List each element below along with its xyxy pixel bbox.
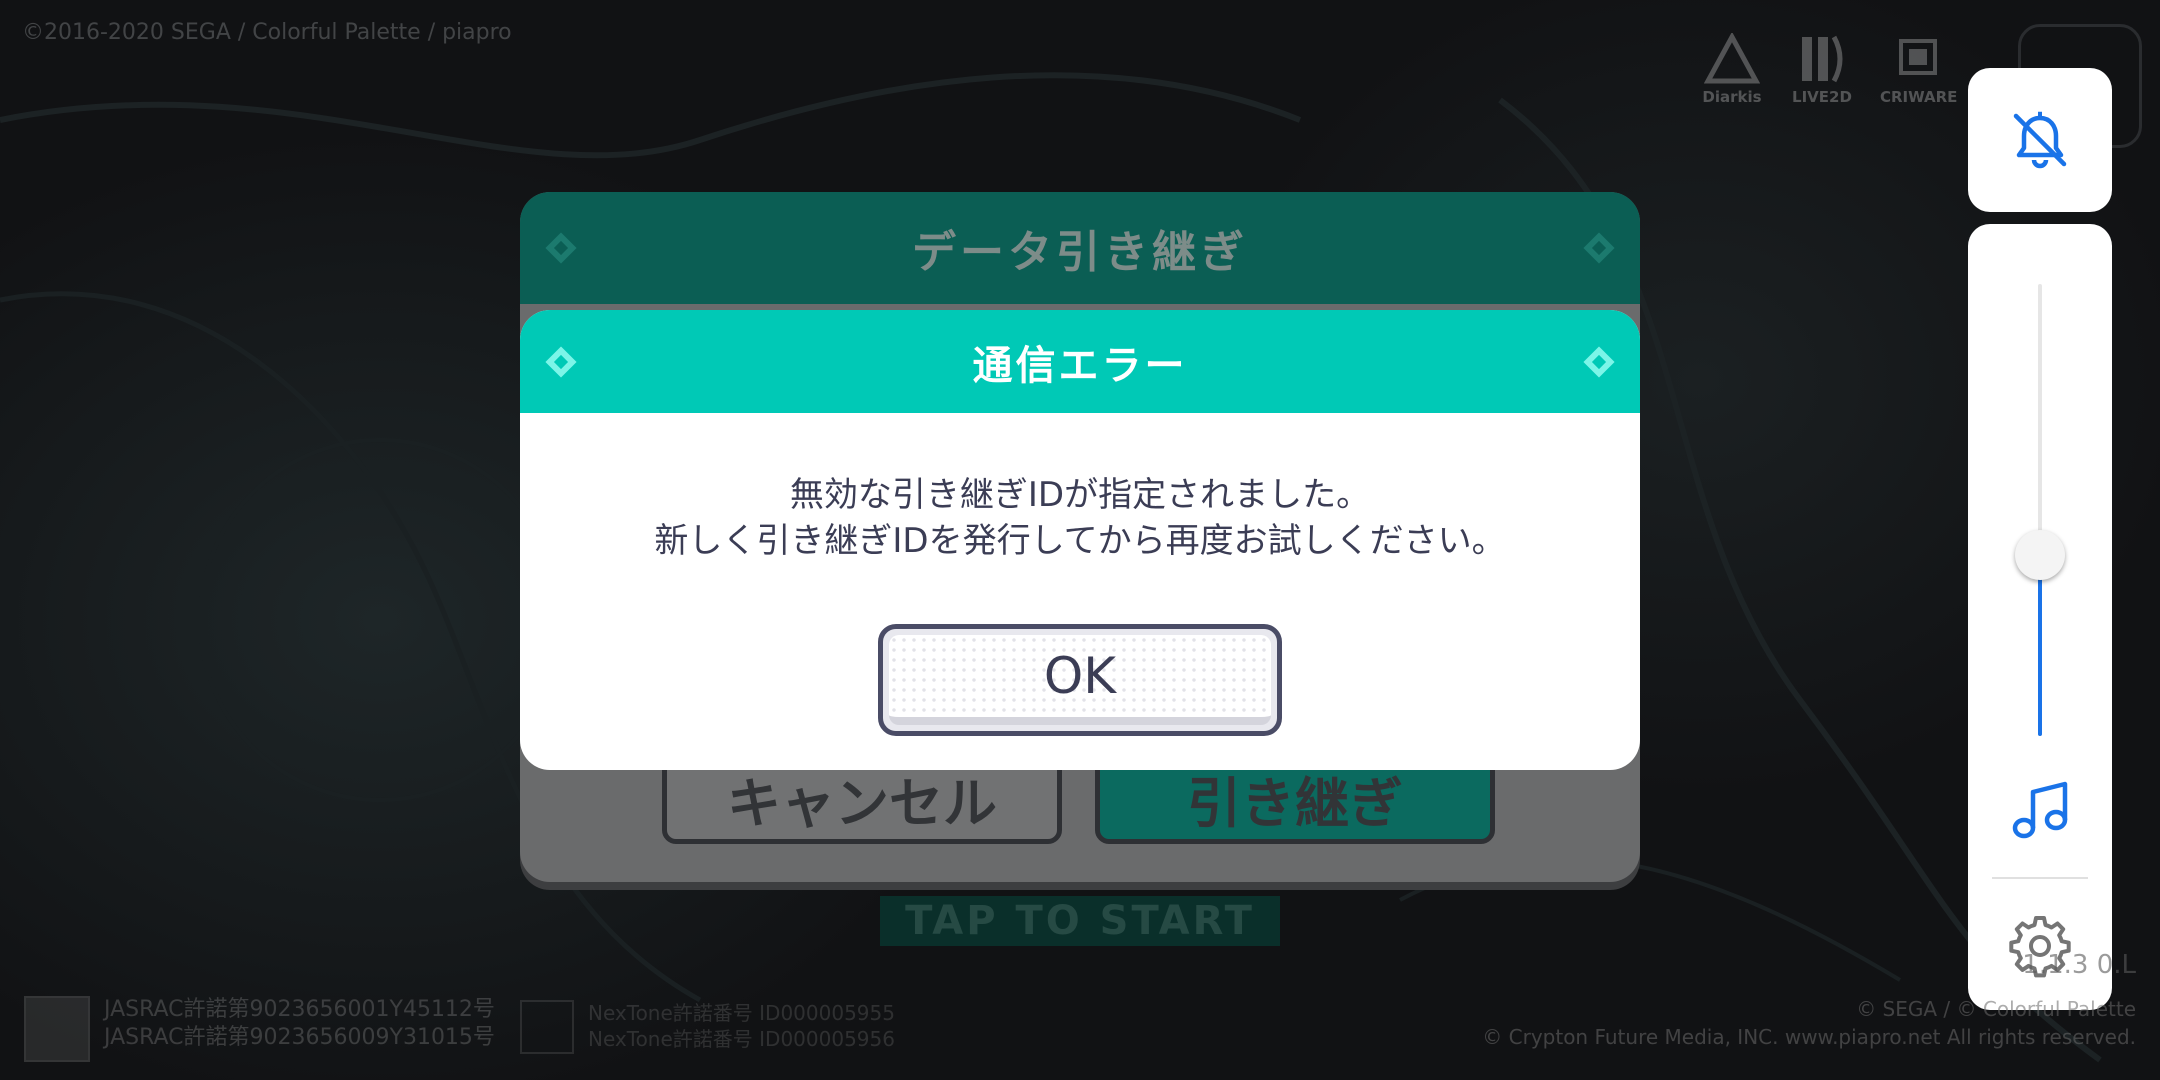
copyright-line-2: © Crypton Future Media, INC. www.piapro.… [1482,1025,2136,1049]
nextone-license: NexTone許諾番号 ID000005955 NexTone許諾番号 ID00… [520,1000,895,1054]
top-left-caption: ©2016-2020 SEGA / Colorful Palette / pia… [22,20,512,45]
error-dialog: 通信エラー 無効な引き継ぎIDが指定されました。 新しく引き継ぎIDを発行してか… [520,310,1640,770]
ok-button[interactable]: OK [878,624,1282,736]
nextone-line-2: NexTone許諾番号 ID000005956 [588,1027,895,1051]
copyright-line-1: © SEGA / © Colorful Palette [1856,997,2136,1021]
nextone-line-1: NexTone許諾番号 ID000005955 [588,1001,895,1025]
diamond-icon [1583,345,1615,378]
tap-to-start-label: TAP TO START [880,896,1280,946]
volume-slider-fill [2038,555,2042,736]
error-dialog-title: 通信エラー [972,342,1188,389]
volume-panel [1968,224,2112,1010]
error-message-line1: 無効な引き継ぎIDが指定されました。 [789,475,1371,515]
diamond-icon [545,345,577,378]
jasrac-line-2: JASRAC許諾第9023656009Y31015号 [104,1025,495,1050]
error-message-line2: 新しく引き継ぎIDを発行してから再度お試しください。 [654,521,1506,561]
diamond-icon [1583,232,1615,264]
jasrac-line-1: JASRAC許諾第9023656001Y45112号 [104,997,495,1022]
panel-divider [1992,877,2088,879]
ok-button-label: OK [889,635,1271,725]
diarkis-logo: Diarkis [1700,30,1764,106]
copyright: © SEGA / © Colorful Palette © Crypton Fu… [1482,995,2136,1051]
volume-slider-thumb[interactable] [2015,530,2065,581]
criware-logo: CRIWARE [1880,30,1957,106]
partner-logos: Diarkis LIVE2D CRIWARE [1700,30,1957,106]
data-transfer-header: データ引き継ぎ [520,192,1640,304]
diamond-icon [545,232,577,264]
version-label: 1.1.3 0.L [2022,950,2136,980]
jasrac-logo [24,996,90,1062]
nextone-logo [520,1000,574,1054]
data-transfer-title: データ引き継ぎ [912,227,1248,278]
music-note-icon[interactable] [2008,778,2072,846]
error-dialog-header: 通信エラー [520,310,1640,413]
live2d-logo: LIVE2D [1790,30,1854,106]
bell-off-icon [2013,111,2067,169]
jasrac-license: JASRAC許諾第9023656001Y45112号 JASRAC許諾第9023… [24,996,495,1062]
error-message: 無効な引き継ぎIDが指定されました。 新しく引き継ぎIDを発行してから再度お試し… [520,472,1640,564]
mute-notifications-button[interactable] [1968,68,2112,212]
